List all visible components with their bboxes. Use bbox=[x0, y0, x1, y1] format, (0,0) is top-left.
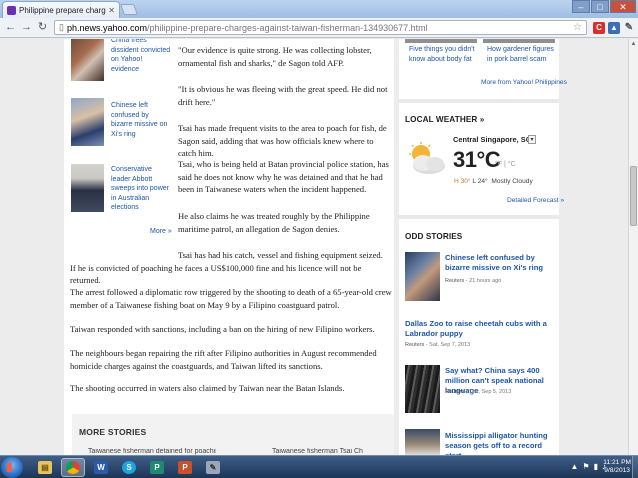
article-paragraph: Taiwan responded with sanctions, includi… bbox=[70, 324, 375, 334]
extension-blue-icon[interactable]: ▲ bbox=[608, 21, 620, 34]
clock-date: 9/8/2013 bbox=[604, 467, 630, 474]
show-hidden-icons-icon[interactable]: ▲ bbox=[571, 462, 579, 471]
flag-icon[interactable]: ⚑ bbox=[582, 462, 589, 471]
main-column: China frees dissident convicted on Yahoo… bbox=[64, 39, 394, 455]
article-paragraph: "It is obvious he was fleeing with the g… bbox=[178, 84, 388, 107]
scrollbar-thumb[interactable] bbox=[630, 166, 637, 226]
weather-location: Central Singapore, SG bbox=[453, 135, 532, 144]
article-paragraph: Tsai has made frequent visits to the are… bbox=[178, 123, 387, 158]
reload-icon[interactable]: ↻ bbox=[35, 20, 50, 35]
more-stories-heading: MORE STORIES bbox=[79, 427, 147, 437]
url-host: ph.news.yahoo.com bbox=[66, 22, 147, 33]
bookmark-star-icon[interactable]: ☆ bbox=[573, 22, 582, 33]
yahoo-favicon-icon bbox=[7, 5, 16, 15]
close-tab-icon[interactable]: ✕ bbox=[108, 6, 115, 15]
wrench-menu-icon[interactable]: ✎ bbox=[623, 22, 635, 34]
url-path: /philippine-prepare-charges-against-taiw… bbox=[147, 22, 428, 33]
tile-image[interactable] bbox=[483, 39, 555, 43]
odd-story-meta: Reuters - Thu, Sep 5, 2013 bbox=[445, 389, 511, 395]
right-column: Five things you didn't know about body f… bbox=[399, 39, 567, 455]
maximize-button[interactable]: □ bbox=[591, 0, 609, 13]
odd-story-image[interactable] bbox=[405, 365, 440, 413]
url-text[interactable]: ph.news.yahoo.com/philippine-prepare-cha… bbox=[67, 23, 573, 33]
weather-title: LOCAL WEATHER bbox=[405, 115, 478, 124]
temperature: 31°C bbox=[453, 147, 501, 172]
odd-story-title[interactable]: Chinese left confused by bizarre missive… bbox=[445, 253, 555, 273]
network-icon[interactable]: ▮ bbox=[594, 462, 598, 471]
weather-heading: LOCAL WEATHER » bbox=[405, 115, 484, 124]
powerpoint-icon[interactable]: P bbox=[173, 458, 197, 477]
new-tab-button[interactable] bbox=[119, 4, 139, 15]
windows-taskbar: ▤ W S P P ✎ ▲ ⚑ ▮ ♪ 11:21 PM 9/8/2013 bbox=[0, 455, 638, 478]
weather-low: L 24° bbox=[472, 178, 488, 185]
scroll-up-icon[interactable]: ▲ bbox=[629, 39, 638, 49]
article-paragraph: "Our evidence is quite strong. He was co… bbox=[178, 45, 372, 68]
weather-title-arrow: » bbox=[479, 115, 485, 124]
word-icon[interactable]: W bbox=[89, 458, 113, 477]
paint-icon[interactable]: ✎ bbox=[201, 458, 225, 477]
weather-condition: Mostly Cloudy bbox=[491, 178, 533, 185]
odd-story-image[interactable] bbox=[405, 252, 440, 301]
taskbar-clock[interactable]: 11:21 PM 9/8/2013 bbox=[603, 459, 631, 475]
odd-story-time: - Thu, Sep 5, 2013 bbox=[464, 389, 512, 395]
minimize-button[interactable]: – bbox=[572, 0, 590, 13]
odd-story-image[interactable] bbox=[405, 429, 440, 455]
section-divider bbox=[399, 215, 559, 219]
article-paragraph: Tsai, who is being held at Batan provinc… bbox=[178, 159, 389, 194]
odd-story-source: Reuters bbox=[445, 278, 465, 284]
address-bar[interactable]: ▯ ph.news.yahoo.com/philippine-prepare-c… bbox=[54, 20, 587, 35]
more-story-peek[interactable]: Taiwanese fisherman Tsai Ch bbox=[272, 448, 390, 455]
skype-icon[interactable]: S bbox=[117, 458, 141, 477]
odd-story-source: Reuters bbox=[445, 389, 465, 395]
location-dropdown[interactable]: ▾ bbox=[528, 135, 536, 144]
more-stories-section: MORE STORIES Taiwanese fisherman detaine… bbox=[72, 414, 394, 455]
show-desktop-button[interactable] bbox=[632, 456, 638, 478]
odd-story-time: - Sat, Sep 7, 2013 bbox=[424, 342, 471, 348]
article-paragraph: He also claims he was treated roughly by… bbox=[178, 211, 370, 234]
odd-story-title[interactable]: Mississippi alligator hunting season get… bbox=[445, 431, 557, 455]
forward-arrow-icon[interactable]: → bbox=[19, 20, 34, 35]
odd-story-meta: Reuters - 21 hours ago bbox=[445, 278, 501, 284]
article-paragraph: The shooting occurred in waters also cla… bbox=[70, 383, 345, 393]
chrome-icon[interactable] bbox=[61, 458, 85, 477]
publisher-icon[interactable]: P bbox=[145, 458, 169, 477]
tile-caption[interactable]: How gardener figures in pork barrel scam bbox=[487, 45, 557, 64]
window-controls: – □ ✕ bbox=[571, 0, 636, 13]
page-viewport: China frees dissident convicted on Yahoo… bbox=[0, 39, 628, 455]
odd-story-title[interactable]: Dallas Zoo to raise cheetah cubs with a … bbox=[405, 319, 555, 339]
browser-tab-strip: Philippine prepare charge ✕ – □ ✕ bbox=[0, 0, 638, 18]
article-body: "Our evidence is quite strong. He was co… bbox=[64, 39, 394, 409]
more-from-yahoo-link[interactable]: More from Yahoo! Philippines bbox=[481, 79, 567, 86]
tile-image[interactable] bbox=[405, 39, 477, 43]
odd-story-meta: Reuters - Sat, Sep 7, 2013 bbox=[405, 342, 470, 348]
extension-red-icon[interactable]: C bbox=[593, 21, 605, 34]
odd-story-time: - 21 hours ago bbox=[464, 278, 502, 284]
partly-cloudy-icon bbox=[409, 142, 445, 174]
file-explorer-icon[interactable]: ▤ bbox=[33, 458, 57, 477]
weather-high: H 30° bbox=[454, 178, 471, 185]
back-arrow-icon[interactable]: ← bbox=[3, 20, 18, 35]
section-divider bbox=[399, 99, 559, 103]
vertical-scrollbar[interactable]: ▲ bbox=[628, 39, 638, 455]
clock-time: 11:21 PM bbox=[603, 459, 631, 466]
article-paragraph: The arrest followed a diplomatic row tri… bbox=[70, 287, 392, 310]
tile-caption[interactable]: Five things you didn't know about body f… bbox=[409, 45, 479, 64]
browser-tab[interactable]: Philippine prepare charge ✕ bbox=[2, 1, 120, 18]
weather-hi-lo: H 30° L 24° Mostly Cloudy bbox=[454, 178, 533, 185]
odd-stories-heading: ODD STORIES bbox=[405, 232, 463, 241]
article-paragraph: Tsai has had his catch, vessel and fishi… bbox=[70, 250, 383, 285]
start-button[interactable] bbox=[1, 457, 23, 478]
system-tray: ▲ ⚑ ▮ ♪ bbox=[571, 462, 607, 471]
article-paragraph: The neighbours began repairing the rift … bbox=[70, 348, 377, 371]
tab-title: Philippine prepare charge bbox=[19, 5, 107, 15]
browser-toolbar: ← → ↻ ▯ ph.news.yahoo.com/philippine-pre… bbox=[0, 18, 638, 38]
more-story-peek[interactable]: Taiwanese fisherman detained for poachin… bbox=[88, 448, 216, 455]
detailed-forecast-link[interactable]: Detailed Forecast » bbox=[507, 197, 564, 204]
page-icon: ▯ bbox=[59, 22, 64, 32]
temperature-unit-toggle[interactable]: °F | °C bbox=[495, 161, 516, 168]
odd-story-source: Reuters bbox=[405, 342, 425, 348]
close-window-button[interactable]: ✕ bbox=[610, 0, 636, 13]
